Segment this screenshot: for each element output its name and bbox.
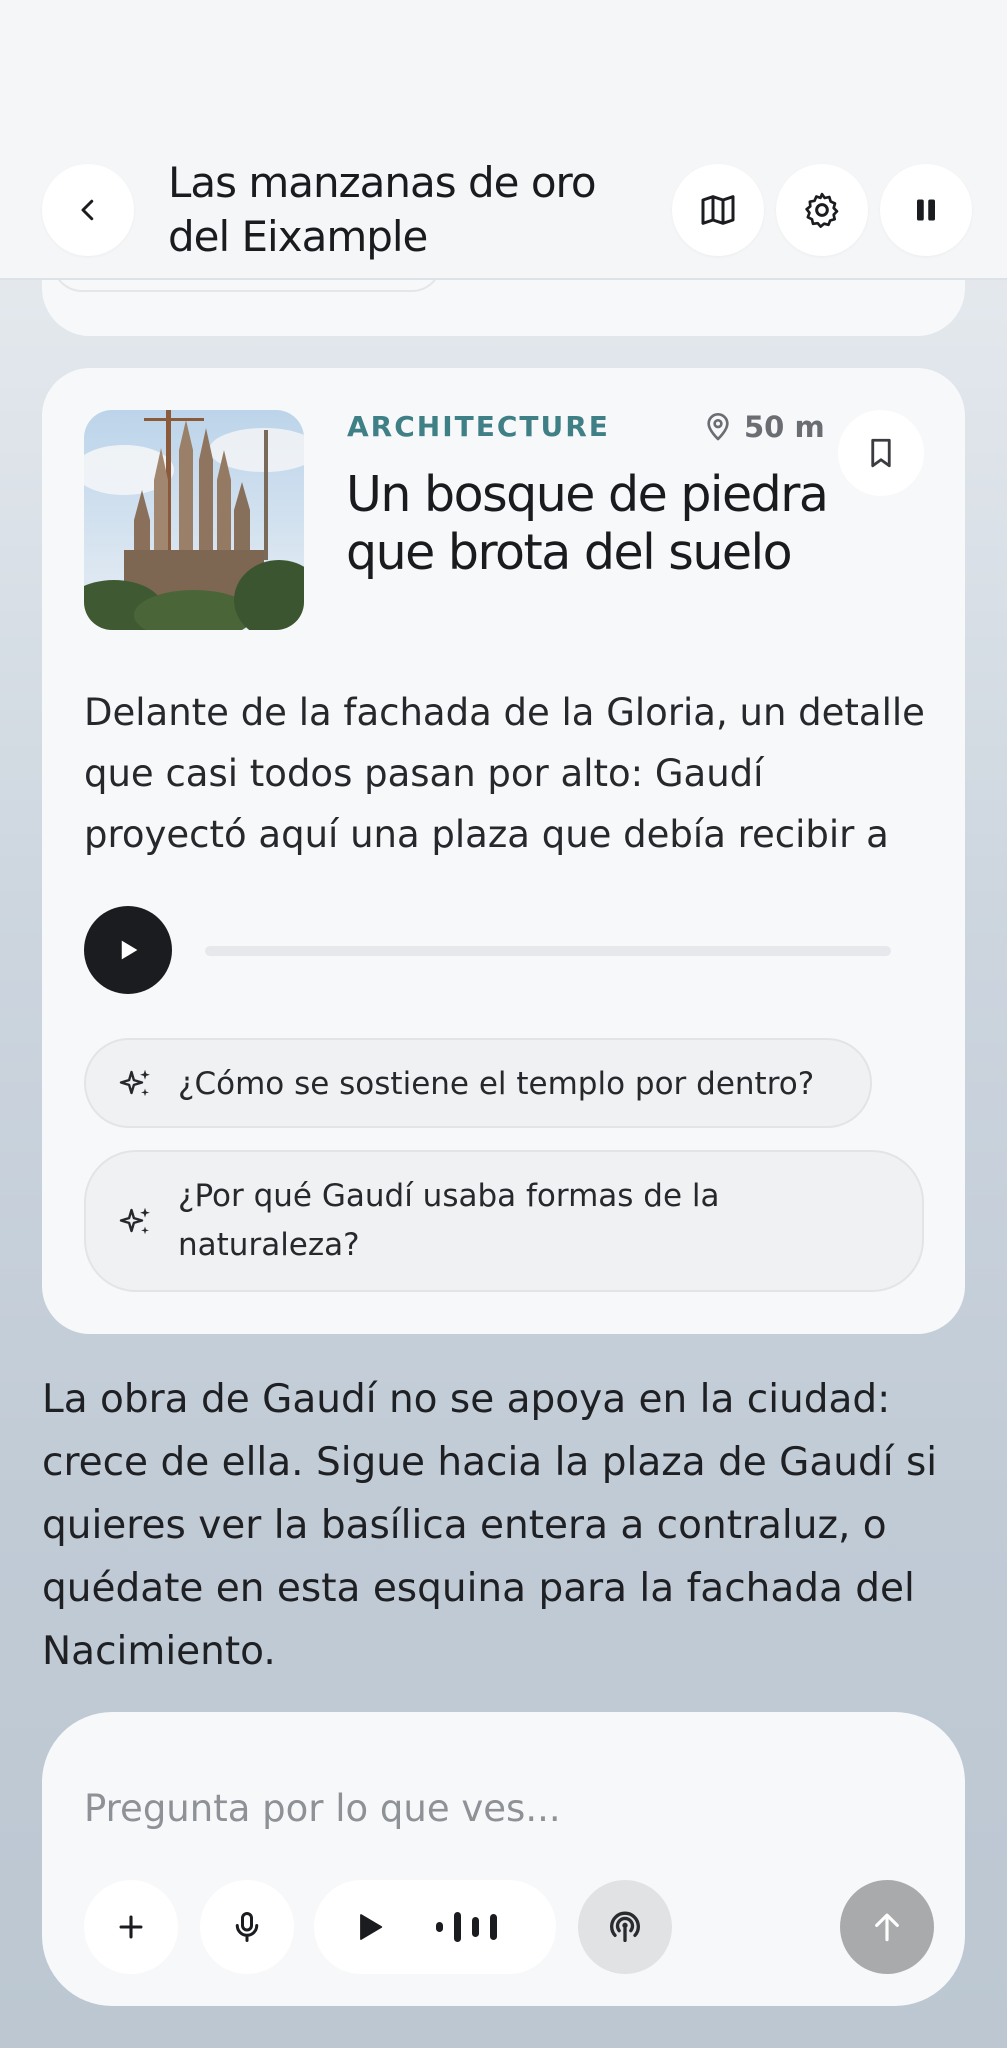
- distance-indicator: 50 m: [702, 410, 825, 444]
- settings-button[interactable]: [776, 164, 868, 256]
- pause-icon: [917, 199, 935, 221]
- arrow-up-icon: [875, 1913, 899, 1942]
- distance-value: 50 m: [744, 410, 825, 444]
- chevron-left-icon: [81, 199, 94, 221]
- card-title: Un bosque de piedra que brota del suelo: [346, 466, 829, 581]
- location-pin-icon: [707, 413, 729, 441]
- question-input[interactable]: [84, 1780, 904, 1836]
- audio-playback-control[interactable]: [314, 1880, 556, 1974]
- microphone-button[interactable]: [200, 1880, 294, 1974]
- bookmark-icon: [871, 438, 891, 468]
- plus-icon: [119, 1915, 143, 1939]
- microphone-icon: [235, 1912, 259, 1942]
- broadcast-icon: [610, 1911, 640, 1942]
- suggestion-text: ¿Por qué Gaudí usaba formas de la natura…: [178, 1178, 720, 1263]
- suggestion-text: ¿Cómo se sostiene el templo por dentro?: [178, 1066, 815, 1102]
- suggestion-chip[interactable]: ¿Por qué Gaudí usaba formas de la natura…: [84, 1150, 924, 1292]
- card-description[interactable]: Delante de la fachada de la Gloria, un d…: [84, 682, 928, 868]
- audio-progress-track[interactable]: [205, 946, 891, 956]
- waveform-icon: [436, 1912, 497, 1942]
- live-audio-button[interactable]: [578, 1880, 672, 1974]
- play-audio-button[interactable]: [84, 906, 172, 994]
- map-icon: [701, 195, 735, 225]
- back-button[interactable]: [42, 164, 134, 256]
- add-button[interactable]: [84, 1880, 178, 1974]
- send-button[interactable]: [840, 1880, 934, 1974]
- top-bar: Las manzanas de oro del Eixample: [0, 0, 1007, 280]
- sparkles-icon: [119, 1207, 150, 1235]
- category-label: ARCHITECTURE: [347, 410, 610, 443]
- map-button[interactable]: [672, 164, 764, 256]
- assistant-response: La obra de Gaudí no se apoya en la ciuda…: [42, 1377, 938, 1674]
- sparkles-icon: [119, 1069, 150, 1097]
- page-title: Las manzanas de oro del Eixample: [168, 158, 597, 261]
- place-thumbnail: [84, 410, 304, 630]
- suggestion-chip[interactable]: ¿Cómo se sostiene el templo por dentro?: [84, 1038, 872, 1128]
- play-icon: [360, 1914, 383, 1940]
- gear-icon: [805, 192, 839, 229]
- pause-button[interactable]: [880, 164, 972, 256]
- play-icon: [121, 940, 138, 960]
